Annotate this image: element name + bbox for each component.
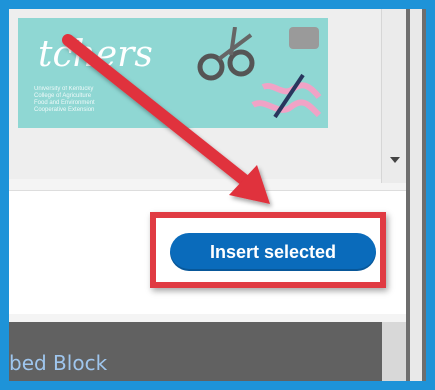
- annotation-arrow: [62, 34, 270, 204]
